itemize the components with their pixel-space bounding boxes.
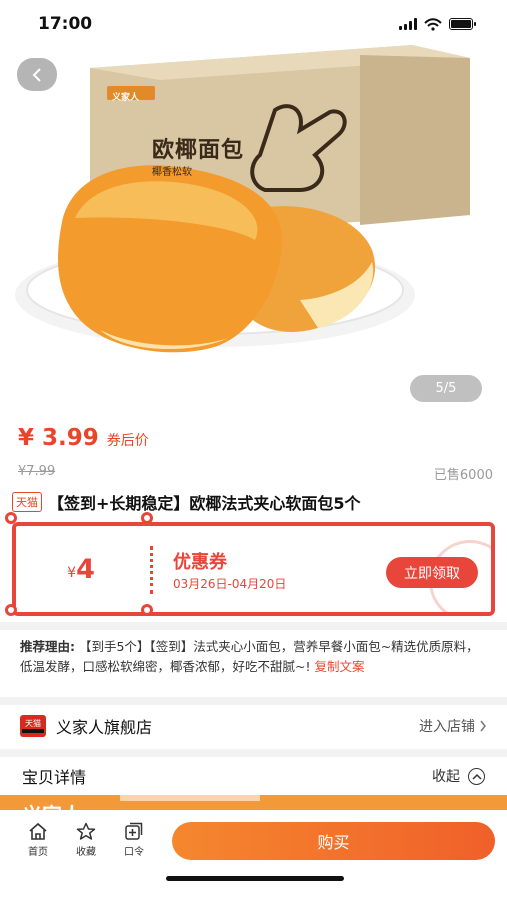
home-icon bbox=[29, 822, 47, 840]
bottom-action-bar: 首页 收藏 口令 购买 bbox=[0, 810, 507, 900]
tab-home-label: 首页 bbox=[28, 847, 48, 858]
coupon-notch bbox=[5, 604, 17, 616]
section-divider bbox=[0, 749, 507, 757]
details-title: 宝贝详情 bbox=[22, 768, 87, 787]
coupon-notch bbox=[5, 512, 17, 524]
tab-favorite[interactable]: 收藏 bbox=[66, 822, 106, 858]
price-label: 券后价 bbox=[106, 433, 149, 449]
tab-favorite-label: 收藏 bbox=[76, 847, 96, 858]
claim-coupon-button[interactable]: 立即领取 bbox=[386, 557, 478, 588]
tab-home[interactable]: 首页 bbox=[18, 822, 58, 858]
section-divider bbox=[0, 622, 507, 630]
chevron-right-icon bbox=[480, 720, 486, 732]
details-header: 宝贝详情 收起 bbox=[0, 757, 507, 795]
product-image-carousel[interactable]: 义家人 欧椰面包 椰香松软 5/5 bbox=[0, 0, 507, 415]
coupon-amount: ¥ 4 bbox=[16, 526, 146, 612]
current-price: ¥ 3.99 bbox=[18, 425, 99, 451]
box-brand-label: 义家人 bbox=[112, 93, 140, 103]
reason-text: 【到手5个】【签到】法式夹心小面包，营养早餐小面包~精选优质原料，低温发酵，口感… bbox=[20, 639, 479, 674]
coupon-notch bbox=[141, 604, 153, 616]
signal-icon bbox=[399, 18, 417, 30]
product-title: 【签到+长期稳定】欧椰法式夹心软面包5个 bbox=[48, 494, 361, 513]
back-button[interactable] bbox=[17, 58, 57, 91]
tab-command-label: 口令 bbox=[124, 847, 144, 858]
home-indicator bbox=[166, 876, 344, 881]
store-logo-text: 天猫 bbox=[25, 719, 41, 728]
coupon-value: 4 bbox=[76, 553, 95, 585]
coupon-currency: ¥ bbox=[67, 565, 77, 581]
coupon-notch bbox=[141, 512, 153, 524]
status-icons bbox=[399, 17, 476, 31]
wifi-icon bbox=[424, 17, 442, 31]
buy-button[interactable]: 购买 bbox=[172, 822, 495, 860]
battery-icon bbox=[449, 18, 476, 30]
coupon-dates: 03月26日-04月20日 bbox=[173, 577, 287, 591]
command-icon bbox=[125, 822, 143, 840]
box-subtitle: 椰香松软 bbox=[152, 167, 192, 178]
coupon-divider bbox=[150, 546, 153, 594]
carousel-page-indicator: 5/5 bbox=[410, 375, 482, 402]
price-row: ¥ 3.99 券后价 bbox=[18, 425, 149, 451]
collapse-button[interactable]: 收起 bbox=[432, 766, 485, 786]
sold-count: 已售6000 bbox=[433, 468, 493, 483]
chevron-up-icon bbox=[468, 767, 485, 785]
coupon-card[interactable]: ¥ 4 优惠券 03月26日-04月20日 立即领取 bbox=[12, 522, 495, 616]
chevron-left-icon bbox=[32, 67, 41, 82]
store-logo: 天猫 bbox=[20, 715, 46, 737]
store-row[interactable]: 天猫 义家人旗舰店 进入店铺 bbox=[0, 705, 507, 747]
recommend-reason: 推荐理由: 【到手5个】【签到】法式夹心小面包，营养早餐小面包~精选优质原料，低… bbox=[20, 637, 490, 677]
box-title: 欧椰面包 bbox=[152, 138, 245, 163]
section-divider bbox=[0, 697, 507, 705]
tab-command[interactable]: 口令 bbox=[114, 822, 154, 858]
status-bar: 17:00 bbox=[0, 0, 507, 48]
tmall-badge: 天猫 bbox=[12, 492, 42, 512]
product-photo bbox=[15, 45, 470, 353]
collapse-label: 收起 bbox=[432, 769, 460, 785]
reason-label: 推荐理由: bbox=[20, 639, 75, 654]
original-price: ¥7.99 bbox=[18, 464, 56, 479]
status-time: 17:00 bbox=[38, 14, 93, 34]
coupon-name: 优惠券 bbox=[173, 552, 227, 573]
enter-store-label: 进入店铺 bbox=[419, 719, 475, 735]
store-name: 义家人旗舰店 bbox=[56, 718, 153, 737]
product-title-row: 天猫 【签到+长期稳定】欧椰法式夹心软面包5个 bbox=[12, 490, 495, 514]
enter-store-link[interactable]: 进入店铺 bbox=[419, 716, 487, 736]
copy-text-link[interactable]: 复制文案 bbox=[314, 659, 364, 674]
star-icon bbox=[76, 822, 96, 840]
